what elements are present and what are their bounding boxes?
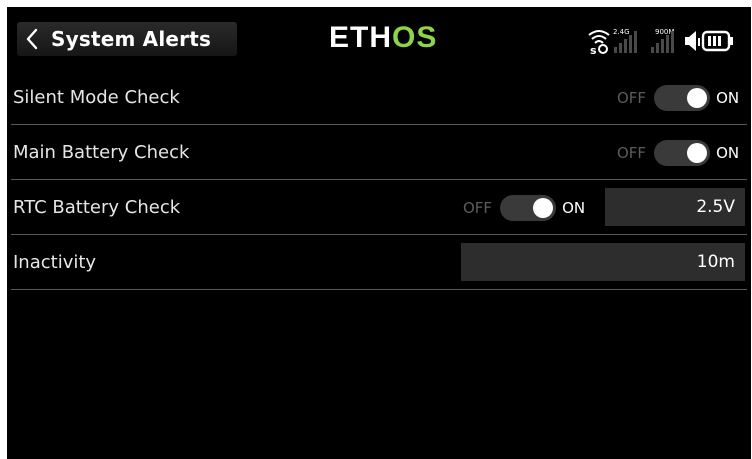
divider — [11, 289, 747, 290]
speaker-icon — [685, 31, 700, 51]
row-inactivity: Inactivity 10m — [7, 235, 751, 290]
toggle-off-label: OFF — [463, 198, 493, 217]
title-bar: System Alerts — [17, 22, 237, 56]
rtc-battery-toggle[interactable]: OFF ON — [463, 180, 585, 235]
ethos-logo: ETHOS — [329, 21, 438, 54]
inactivity-timer-field[interactable]: 10m — [461, 243, 745, 281]
toggle-track — [654, 84, 711, 111]
toggle-off-label: OFF — [617, 88, 647, 107]
rtc-battery-threshold-field[interactable]: 2.5V — [605, 188, 745, 226]
svg-text:s: s — [590, 44, 597, 55]
toggle-knob — [533, 197, 554, 218]
toggle-track — [500, 194, 557, 221]
toggle-on-label: ON — [716, 88, 740, 107]
row-silent-mode-check: Silent Mode Check OFF ON — [7, 70, 751, 125]
toggle-off-label: OFF — [617, 143, 647, 162]
back-button[interactable] — [17, 22, 47, 56]
main-battery-check-label: Main Battery Check — [13, 142, 190, 163]
toggle-on-label: ON — [562, 198, 586, 217]
row-main-battery-check: Main Battery Check OFF ON — [7, 125, 751, 180]
silent-mode-toggle[interactable]: OFF ON — [617, 70, 739, 125]
signal-24-label: 2.4G — [613, 28, 630, 36]
toggle-knob — [687, 87, 708, 108]
status-icons: s 2.4G 900M — [587, 25, 747, 57]
toggle-on-label: ON — [716, 143, 740, 162]
battery-icon — [701, 30, 733, 52]
main-battery-toggle[interactable]: OFF ON — [617, 125, 739, 180]
rtc-battery-check-label: RTC Battery Check — [13, 197, 181, 218]
row-rtc-battery-check: RTC Battery Check OFF ON 2.5V — [7, 180, 751, 235]
back-chevron-icon — [26, 28, 38, 50]
rf-signal-icon: s — [588, 30, 610, 57]
silent-mode-check-label: Silent Mode Check — [13, 87, 180, 108]
toggle-knob — [687, 142, 708, 163]
inactivity-label: Inactivity — [13, 252, 97, 273]
screen: System Alerts ETHOS s 2.4G 900M Silent M… — [7, 7, 751, 459]
header: System Alerts ETHOS s 2.4G 900M — [7, 7, 751, 69]
page-title: System Alerts — [51, 27, 212, 51]
toggle-track — [654, 139, 711, 166]
